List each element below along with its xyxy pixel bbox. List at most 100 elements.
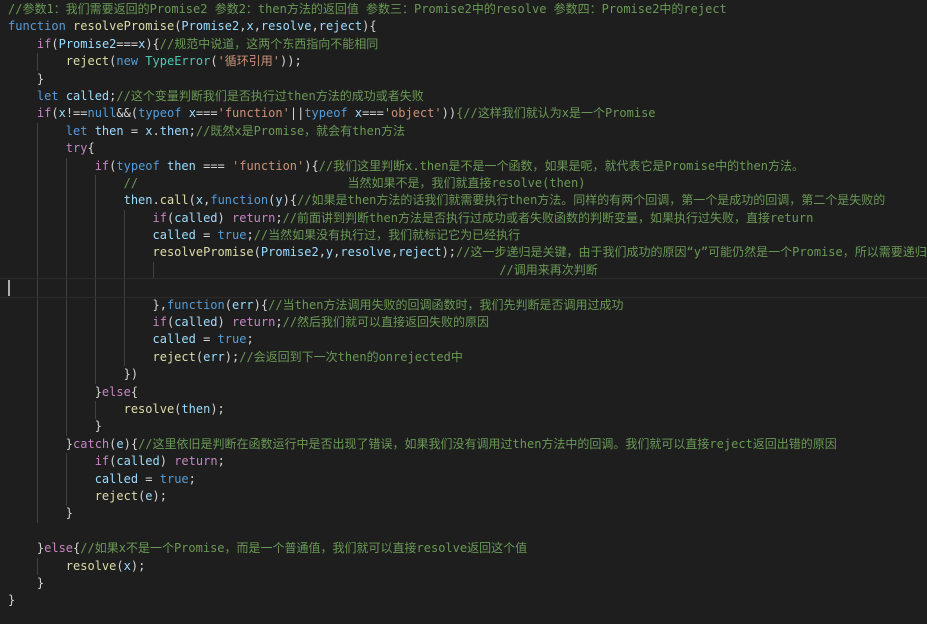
code-line[interactable]: try{ xyxy=(8,140,927,157)
code-token: || xyxy=(289,106,305,121)
code-token: '循环引用' xyxy=(217,54,281,69)
code-line[interactable]: if(called) return;//前面讲到判断then方法是否执行过成功或… xyxy=(8,210,927,227)
code-line[interactable]: if(called) return; xyxy=(8,453,927,470)
code-line[interactable]: reject(e); xyxy=(8,488,927,505)
code-token: 'object' xyxy=(383,106,442,121)
code-line[interactable]: called = true; xyxy=(8,331,927,348)
code-token: ( xyxy=(210,54,218,69)
code-token: } xyxy=(8,593,16,608)
code-token: ; xyxy=(188,471,196,486)
code-token: //当然如果没有执行过，我们就标记它为已经执行 xyxy=(253,228,521,243)
code-token: err xyxy=(203,349,225,364)
code-token: } xyxy=(8,384,102,399)
code-token: //参数1：我们需要返回的Promise2 参数2：then方法的返回值 参数三… xyxy=(8,2,727,16)
code-token: , xyxy=(311,19,319,34)
code-token: then xyxy=(166,158,196,173)
code-token: Promise2 xyxy=(181,19,240,34)
code-line[interactable]: }) xyxy=(8,366,927,383)
code-token: try xyxy=(65,141,88,156)
code-line[interactable]: } xyxy=(8,71,927,88)
code-line[interactable]: //参数1：我们需要返回的Promise2 参数2：then方法的返回值 参数三… xyxy=(8,1,927,18)
code-token: ){ xyxy=(282,193,298,208)
code-token: === xyxy=(195,106,218,121)
code-line[interactable]: // 当然如果不是，我们就直接resolve(then) xyxy=(8,175,927,192)
code-line[interactable]: resolve(x); xyxy=(8,558,927,575)
code-token: resolvePromise xyxy=(73,19,175,34)
code-token: x xyxy=(123,558,131,573)
code-token: {//这样我们就认为x是一个Promise xyxy=(456,106,656,121)
code-token: //如果是then方法的话我们就需要执行then方法。同样的有两个回调，第一个是… xyxy=(297,193,886,208)
code-line[interactable]: }catch(e){//这里依旧是判断在函数运行中是否出现了错误，如果我们没有调… xyxy=(8,436,927,453)
code-token: } xyxy=(8,71,45,86)
code-token: ){ xyxy=(253,297,269,312)
code-token: true xyxy=(159,471,189,486)
code-token: !== xyxy=(65,106,88,121)
code-line[interactable]: },function(err){//当then方法调用失败的回调函数时，我们先判… xyxy=(8,297,927,314)
code-line[interactable]: } xyxy=(8,592,927,609)
code-token: }) xyxy=(8,367,139,382)
code-token: //这一步递归是关键，由于我们成功的原因“y”可能仍然是一个Promise，所以… xyxy=(456,245,927,260)
code-token: , xyxy=(253,19,261,34)
code-token: = xyxy=(123,123,146,138)
code-token: &&( xyxy=(116,106,139,121)
code-token: ){ xyxy=(145,36,160,51)
code-line[interactable]: reject(err);//会返回到下一次then的onrejected中 xyxy=(8,349,927,366)
code-token: function xyxy=(166,297,225,312)
code-token: x xyxy=(246,19,254,34)
code-line[interactable]: if(typeof then === 'function'){//我们这里判断x… xyxy=(8,158,927,175)
code-token: )); xyxy=(280,54,302,69)
code-line[interactable]: //调用来再次判断 xyxy=(8,262,927,279)
code-token: === xyxy=(116,36,139,51)
code-line[interactable]: } xyxy=(8,418,927,435)
code-editor[interactable]: //参数1：我们需要返回的Promise2 参数2：then方法的返回值 参数三… xyxy=(0,0,927,624)
code-line[interactable]: let then = x.then;//既然x是Promise，就会有then方… xyxy=(8,123,927,140)
code-line[interactable]: if(called) return;//然后我们就可以直接返回失败的原因 xyxy=(8,314,927,331)
code-token: //既然x是Promise，就会有then方法 xyxy=(195,123,406,138)
code-line[interactable]: reject(new TypeError('循环引用')); xyxy=(8,53,927,70)
code-line[interactable]: if(Promise2===x){//规范中说道，这两个东西指向不能相同 xyxy=(8,36,927,53)
code-line[interactable] xyxy=(0,278,927,298)
code-line[interactable]: called = true; xyxy=(8,471,927,488)
code-line[interactable] xyxy=(8,523,927,540)
code-line[interactable]: called = true;//当然如果没有执行过，我们就标记它为已经执行 xyxy=(8,227,927,244)
code-token: reject xyxy=(65,54,110,69)
code-token: = xyxy=(138,471,160,486)
code-token: , xyxy=(318,245,326,260)
code-token: ); xyxy=(441,245,457,260)
code-token: ); xyxy=(224,349,240,364)
code-token: ( xyxy=(188,193,196,208)
code-token: Promise2 xyxy=(58,36,117,51)
code-token: call xyxy=(159,193,189,208)
code-token: //如果x不是一个Promise，而是一个普通值，我们就可以直接resolve返… xyxy=(80,541,528,556)
code-token: resolve xyxy=(260,19,312,34)
code-token: ); xyxy=(152,488,167,503)
code-line[interactable]: } xyxy=(8,575,927,592)
code-token: function xyxy=(8,19,74,34)
code-token: called xyxy=(152,332,196,347)
code-line[interactable]: if(x!==null&&(typeof x==='function'||typ… xyxy=(8,105,927,122)
code-token: called xyxy=(65,88,110,103)
code-token: === xyxy=(362,106,384,121)
code-token: } xyxy=(8,506,74,521)
code-line[interactable]: function resolvePromise(Promise2,x,resol… xyxy=(8,18,927,35)
code-token: if xyxy=(152,315,167,330)
code-line[interactable]: }else{ xyxy=(8,384,927,401)
code-token: if xyxy=(36,36,52,51)
code-token: catch xyxy=(73,436,110,451)
code-line[interactable]: then.call(x,function(y){//如果是then方法的话我们就… xyxy=(8,192,927,209)
code-token: e xyxy=(116,436,124,451)
code-line[interactable]: } xyxy=(8,505,927,522)
code-token: x xyxy=(145,123,153,138)
code-token: ( xyxy=(224,297,232,312)
code-line[interactable]: let called;//这个变量判断我们是否执行过then方法的成功或者失败 xyxy=(8,88,927,105)
code-line[interactable]: resolvePromise(Promise2,y,resolve,reject… xyxy=(8,244,927,261)
code-token: //这里依旧是判断在函数运行中是否出现了错误，如果我们没有调用过then方法中的… xyxy=(138,436,837,451)
code-line[interactable]: resolve(then); xyxy=(8,401,927,418)
code-line[interactable]: }else{//如果x不是一个Promise，而是一个普通值，我们就可以直接re… xyxy=(8,540,927,557)
